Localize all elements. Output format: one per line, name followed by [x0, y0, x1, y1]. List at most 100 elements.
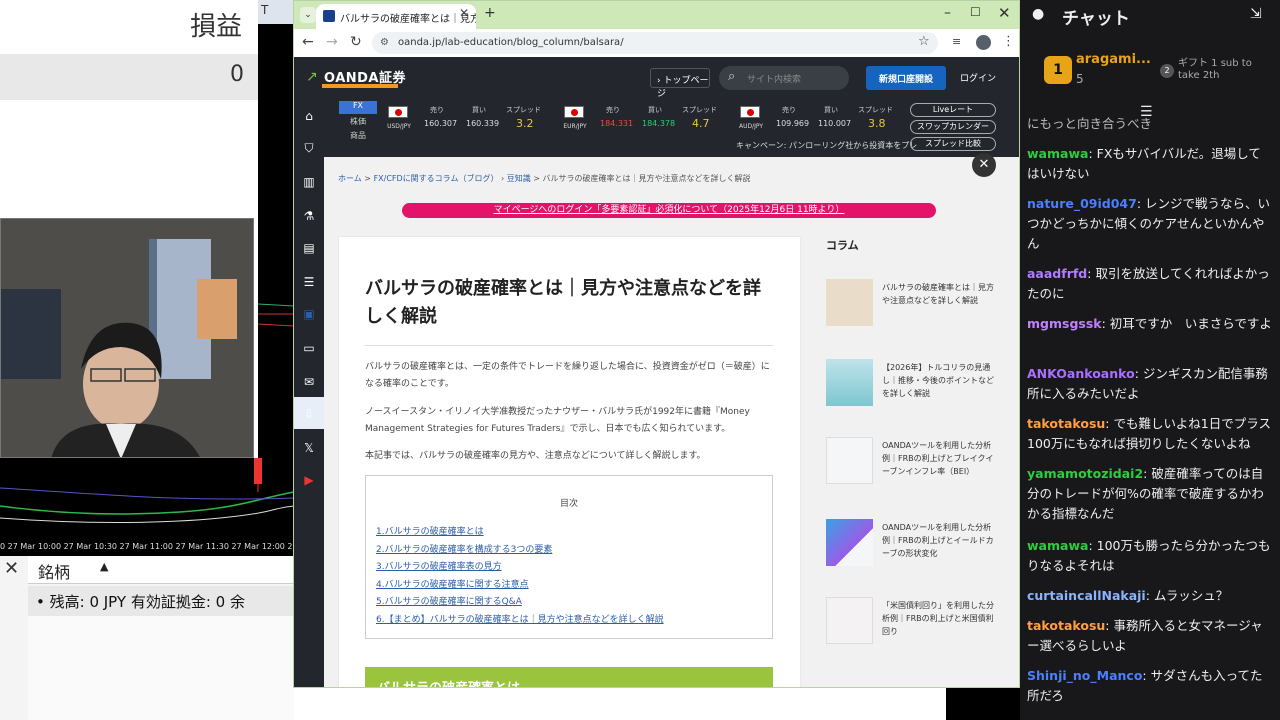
flask-icon[interactable]: ⚗: [302, 209, 316, 223]
column-icon[interactable]: ▣: [302, 307, 316, 321]
rate-audjpy[interactable]: AUD/JPY 売り 買い スプレッド 109.969 110.007 3.8: [734, 103, 904, 133]
mfa-notice-banner[interactable]: マイページへのログイン「多要素認証」必須化について（2025年12月6日 11時…: [402, 203, 936, 218]
column-card[interactable]: OANDAツールを利用した分析例｜FRBの利上げとイールドカーブの形状変化: [826, 519, 998, 589]
column-card-title[interactable]: OANDAツールを利用した分析例｜FRBの利上げとイールドカーブの形状変化: [882, 521, 998, 560]
chat-username[interactable]: ANKOankoanko: [1027, 366, 1135, 381]
live-rate-button[interactable]: Liveレート: [910, 103, 996, 117]
chat-username[interactable]: yamamotozidai2: [1027, 466, 1143, 481]
list-icon[interactable]: ☰: [302, 275, 316, 289]
gift-cta[interactable]: ギフト 1 sub to take 2th: [1178, 58, 1274, 82]
column-card-title[interactable]: 【2026年】トルコリラの見通し｜推移・今後のポイントなどを詳しく解説: [882, 361, 998, 400]
rate-tab-index[interactable]: 株価: [339, 116, 377, 127]
column-card-title[interactable]: 「米国債利回り」を利用した分析例｜FRBの利上げと米国債利回り: [882, 599, 998, 638]
login-link[interactable]: ログイン: [960, 71, 996, 84]
rate-tab-fx[interactable]: FX: [339, 101, 377, 114]
toc-link[interactable]: 1.バルサラの破産確率とは: [376, 524, 484, 537]
profile-avatar-icon[interactable]: [976, 35, 991, 50]
window-close-icon[interactable]: ✕: [998, 4, 1011, 22]
pnl-label: 損益: [189, 12, 242, 42]
rate-eurjpy[interactable]: EUR/JPY 売り 買い スプレッド 184.331 184.378 4.7: [558, 103, 728, 133]
address-bar[interactable]: oanda.jp/lab-education/blog_column/balsa…: [372, 32, 938, 54]
pnl-header: 損益: [0, 0, 258, 52]
tab-close-icon[interactable]: ✕: [459, 6, 469, 20]
monitor-icon[interactable]: ▭: [302, 341, 316, 355]
rate-tab-commodity[interactable]: 商品: [339, 130, 377, 141]
chat-username[interactable]: wamawa: [1027, 146, 1088, 161]
pnl-row: 0: [0, 54, 258, 100]
x-social-icon[interactable]: 𝕏: [302, 441, 316, 455]
toc-link[interactable]: 4.バルサラの破産確率に関する注意点: [376, 577, 529, 590]
spread-compare-button[interactable]: スプレッド比較: [910, 137, 996, 151]
column-card[interactable]: バルサラの破産確率とは｜見方や注意点などを詳しく解説: [826, 279, 998, 349]
reload-icon[interactable]: ↻: [350, 34, 362, 50]
sell-label: 売り: [782, 106, 796, 114]
browser-menu-icon[interactable]: ⋮: [1002, 34, 1015, 49]
column-card[interactable]: 「米国債利回り」を利用した分析例｜FRBの利上げと米国債利回り: [826, 597, 998, 667]
buy-price: 160.339: [466, 119, 500, 128]
site-info-icon[interactable]: ⚙: [380, 37, 389, 48]
chat-username[interactable]: curtaincallNakaji: [1027, 588, 1146, 603]
download-icon[interactable]: ⇩: [302, 407, 316, 421]
close-rate-bar-icon[interactable]: ✕: [972, 153, 996, 177]
back-icon[interactable]: ←: [302, 34, 314, 50]
chat-username[interactable]: takotakosu: [1027, 618, 1105, 633]
top-gifter-count: 5: [1076, 72, 1084, 86]
building-icon[interactable]: ▥: [302, 175, 316, 189]
article-paragraph: ノースイースタン・イリノイ大学准教授だったナウザー・バルサラ氏が1992年に書籍…: [365, 407, 750, 434]
site-search-input[interactable]: サイト内検索: [719, 66, 849, 90]
toc-link[interactable]: 6.【まとめ】バルサラの破産確率とは｜見方や注意点などを詳しく解説: [376, 612, 664, 625]
column-symbol[interactable]: 銘柄: [38, 559, 70, 583]
chat-separator: :: [1136, 196, 1146, 211]
column-thumbnail: [826, 437, 873, 484]
popout-icon[interactable]: ⇲: [1250, 6, 1262, 22]
shield-icon[interactable]: ⛉: [302, 141, 316, 155]
minimize-icon[interactable]: –: [944, 5, 951, 21]
column-card[interactable]: 【2026年】トルコリラの見通し｜推移・今後のポイントなどを詳しく解説: [826, 359, 998, 429]
column-card[interactable]: OANDAツールを利用した分析例｜FRBの利上げとブレイクイーブンインフレ率（B…: [826, 437, 998, 507]
chat-username[interactable]: Shinji_no_Manco: [1027, 668, 1142, 683]
rate-usdjpy[interactable]: USD/JPY 売り 買い スプレッド 160.307 160.339 3.2: [382, 103, 552, 133]
toc-link[interactable]: 3.バルサラの破産確率表の見方: [376, 559, 502, 572]
buy-label: 買い: [472, 106, 486, 114]
column-sidebar-heading: コラム: [826, 239, 859, 252]
oanda-logo-icon[interactable]: ↗: [306, 69, 320, 85]
bookmark-star-icon[interactable]: ☆: [918, 34, 930, 49]
mail-icon[interactable]: ✉: [302, 375, 316, 389]
positions-empty: [28, 616, 294, 720]
chat-username[interactable]: nature_09id047: [1027, 196, 1137, 211]
column-card-title[interactable]: バルサラの破産確率とは｜見方や注意点などを詳しく解説: [882, 281, 998, 307]
column-card-title[interactable]: OANDAツールを利用した分析例｜FRBの利上げとブレイクイーブンインフレ率（B…: [882, 439, 998, 478]
open-account-button[interactable]: 新規口座開設: [866, 66, 946, 90]
close-panel-button[interactable]: ✕: [4, 558, 19, 579]
spread-label: スプレッド: [506, 106, 541, 114]
chat-username[interactable]: takotakosu: [1027, 416, 1105, 431]
book-icon[interactable]: ▤: [302, 241, 316, 255]
chat-message-partial: にもっと向き合うべき: [1027, 116, 1153, 131]
home-icon[interactable]: ⌂: [302, 109, 316, 123]
campaign-ticker[interactable]: キャンペーン: パンローリング社から投資本をプレ: [736, 140, 917, 151]
breadcrumb-column[interactable]: FX/CFDに関するコラム（ブログ）: [374, 174, 499, 183]
toc-link[interactable]: 2.バルサラの破産確率を構成する3つの要素: [376, 542, 552, 555]
browser-tab[interactable]: バルサラの破産確率とは｜見方や: [316, 4, 476, 29]
tab-search-icon[interactable]: ⌄: [300, 7, 316, 23]
chat-message: curtaincallNakaji: ムラッシュ？: [1027, 586, 1272, 606]
chat-message: aaadfrfd: 取引を放送してくれればよかったのに: [1027, 264, 1272, 304]
toc-link[interactable]: 5.バルサラの破産確率に関するQ&A: [376, 594, 522, 607]
extensions-icon[interactable]: ≡: [952, 35, 961, 48]
sort-asc-icon[interactable]: ▲: [100, 560, 108, 573]
new-tab-button[interactable]: +: [484, 5, 496, 21]
breadcrumb-home[interactable]: ホーム: [338, 174, 362, 183]
youtube-icon[interactable]: ▶: [302, 473, 316, 487]
swap-calendar-button[interactable]: スワップカレンダー: [910, 120, 996, 134]
positions-header[interactable]: 銘柄 ▲: [28, 556, 294, 584]
chart-tab[interactable]: T: [258, 0, 294, 24]
article-title: バルサラの破産確率とは｜見方や注意点などを詳しく解説: [365, 278, 761, 327]
chat-username[interactable]: aaadfrfd: [1027, 266, 1087, 281]
breadcrumb-tips[interactable]: 豆知識: [507, 174, 531, 183]
maximize-icon[interactable]: ☐: [970, 5, 981, 19]
top-gifter-name[interactable]: aragami...: [1076, 52, 1151, 67]
chat-username[interactable]: mgmsgssk: [1027, 316, 1102, 331]
top-page-button[interactable]: › トップページ: [650, 68, 710, 99]
forward-icon[interactable]: →: [326, 34, 338, 50]
chat-username[interactable]: wamawa: [1027, 538, 1088, 553]
